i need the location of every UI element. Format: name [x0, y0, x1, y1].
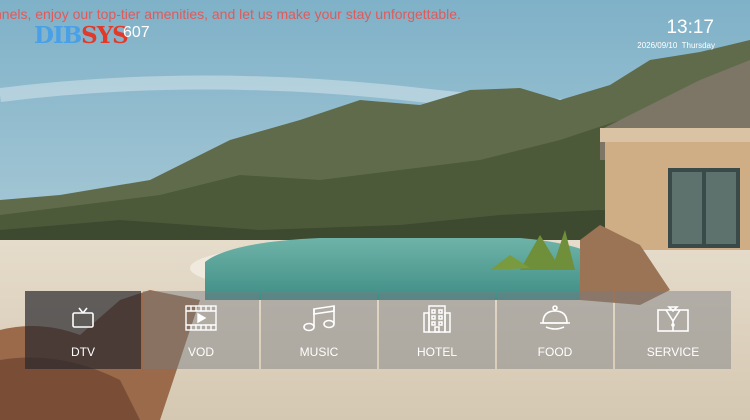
logo-text-blue: DIB — [34, 22, 82, 49]
clock-date: 2026/09/10 Thursday — [637, 41, 715, 50]
date-text: 2026/09/10 — [637, 41, 678, 50]
clock-time: 13:17 — [666, 17, 714, 38]
room-number: 607 — [123, 24, 150, 41]
logo-text-red: SYS — [81, 22, 129, 49]
menu-tile-food[interactable]: FOOD — [497, 291, 613, 369]
film-icon — [143, 301, 259, 335]
tv-icon — [25, 301, 141, 335]
ticker-text: nnels, enjoy our top-tier amenities, and… — [0, 6, 461, 22]
building-icon — [379, 301, 495, 335]
menu-tile-label: SERVICE — [646, 345, 700, 359]
music-note-icon — [261, 301, 377, 335]
main-menu: DTV VOD MUSIC HOTEL FOOD SERVICE — [25, 291, 731, 369]
menu-tile-service[interactable]: SERVICE — [615, 291, 731, 369]
menu-tile-label: FOOD — [537, 345, 573, 359]
menu-tile-label: VOD — [187, 345, 214, 359]
menu-tile-dtv[interactable]: DTV — [25, 291, 141, 369]
menu-tile-hotel[interactable]: HOTEL — [379, 291, 495, 369]
cloche-icon — [497, 301, 613, 335]
menu-tile-vod[interactable]: VOD — [143, 291, 259, 369]
menu-tile-label: DTV — [71, 345, 95, 359]
brand-logo: DIBSYS — [34, 22, 129, 49]
weekday-text: Thursday — [681, 41, 715, 50]
menu-tile-music[interactable]: MUSIC — [261, 291, 377, 369]
bellhop-icon — [615, 301, 731, 335]
menu-tile-label: MUSIC — [299, 345, 339, 359]
menu-tile-label: HOTEL — [416, 345, 457, 359]
